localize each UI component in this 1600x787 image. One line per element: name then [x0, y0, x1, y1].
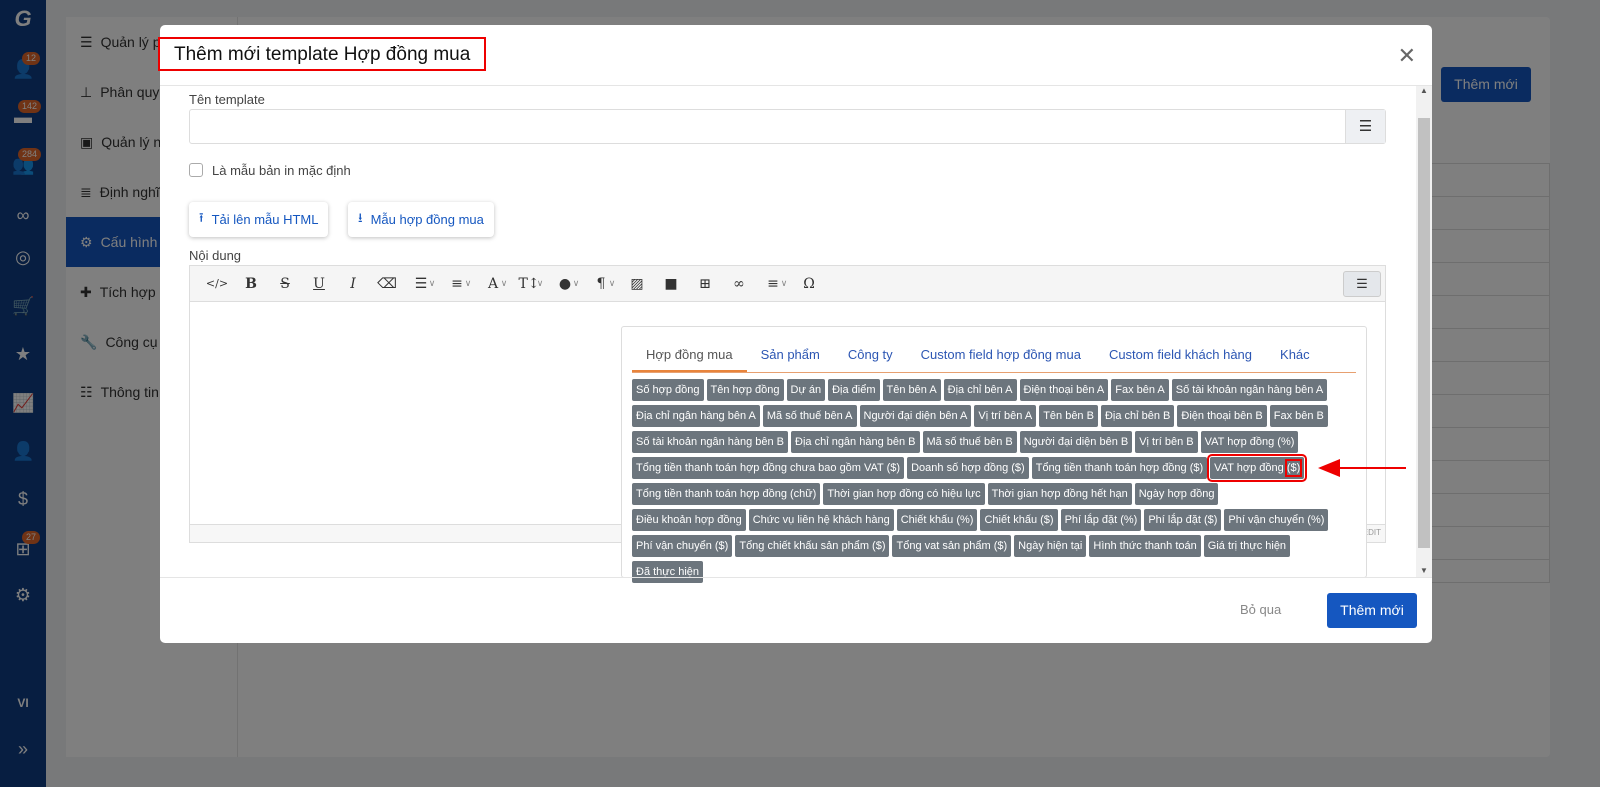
default-checkbox[interactable] — [189, 163, 203, 177]
merge-fields-panel: Hợp đồng mua Sản phẩm Công ty Custom fie… — [621, 326, 1367, 583]
chevron-down-icon[interactable]: ∨ — [496, 278, 512, 289]
template-name-label: Tên template — [189, 92, 265, 107]
merge-field-tag[interactable]: Người đại diện bên A — [859, 405, 972, 427]
divider — [160, 577, 1432, 578]
template-name-input[interactable]: ☰ — [189, 109, 1386, 144]
merge-field-tag[interactable]: Tổng tiền thanh toán hợp đồng ($) — [1031, 457, 1208, 479]
chevron-down-icon[interactable]: ∨ — [604, 278, 620, 289]
tab-contract-custom-field[interactable]: Custom field hợp đồng mua — [907, 339, 1095, 372]
table-icon[interactable]: ⊞ — [688, 276, 722, 292]
cancel-button[interactable]: Bỏ qua — [1240, 602, 1281, 617]
merge-field-tag[interactable]: Ngày hợp đồng — [1134, 483, 1219, 505]
modal-title: Thêm mới template Hợp đồng mua — [158, 37, 487, 71]
merge-field-tag[interactable]: Tổng tiền thanh toán hợp đồng chưa bao g… — [632, 457, 905, 479]
merge-field-tag[interactable]: Hình thức thanh toán — [1089, 535, 1201, 557]
underline-icon[interactable]: U — [302, 276, 336, 292]
tab-company[interactable]: Công ty — [834, 339, 907, 372]
merge-field-tag[interactable]: VAT hợp đồng (%) — [1200, 431, 1299, 453]
merge-field-list: Số hợp đồng Tên hợp đồng Dự án Địa điểm Tên … — [632, 373, 1332, 583]
chevron-down-icon[interactable]: ∨ — [424, 278, 440, 289]
scrollbar-thumb[interactable] — [1418, 118, 1430, 548]
merge-field-tag[interactable]: Fax bên B — [1269, 405, 1328, 427]
content-label: Nội dung — [189, 248, 242, 263]
upload-icon: ⭱ — [199, 209, 204, 225]
merge-field-tag[interactable]: Phí vận chuyển ($) — [632, 535, 733, 557]
merge-field-tag[interactable]: Thời gian hợp đồng hết hạn — [987, 483, 1132, 505]
merge-field-tag[interactable]: Dự án — [786, 379, 826, 401]
merge-field-tag[interactable]: Số hợp đồng — [632, 379, 704, 401]
merge-field-tag[interactable]: Mã số thuế bên B — [922, 431, 1017, 453]
merge-field-tag[interactable]: Phí vận chuyển (%) — [1224, 509, 1329, 531]
merge-field-tag[interactable]: Vị trí bên B — [1135, 431, 1198, 453]
merge-field-tag[interactable]: Số tài khoản ngân hàng bên B — [632, 431, 789, 453]
merge-field-tag[interactable]: VAT hợp đồng ($) — [1207, 454, 1308, 482]
sample-contract-button[interactable]: ⭳ Mẫu hợp đồng mua — [348, 202, 494, 237]
merge-field-tag[interactable]: Tên bên A — [882, 379, 941, 401]
merge-field-tag[interactable]: Địa chỉ bên B — [1100, 405, 1175, 427]
merge-field-tag[interactable]: Điện thoại bên A — [1019, 379, 1109, 401]
default-checkbox-label: Là mẫu bản in mặc định — [212, 163, 351, 178]
merge-fields-toggle-icon[interactable]: ☰ — [1343, 271, 1381, 297]
tab-product[interactable]: Sản phẩm — [747, 339, 834, 372]
merge-field-tag[interactable]: Chức vụ liên hệ khách hàng — [748, 509, 894, 531]
merge-field-tag[interactable]: Giá trị thực hiện — [1203, 535, 1291, 557]
merge-field-tag[interactable]: Vị trí bên A — [974, 405, 1037, 427]
image-icon[interactable]: ▨ — [620, 276, 654, 292]
strikethrough-icon[interactable]: S — [268, 276, 302, 292]
scroll-down-icon[interactable]: ▼ — [1416, 566, 1432, 575]
add-template-modal: Thêm mới template Hợp đồng mua ✕ Tên tem… — [158, 25, 1432, 643]
tab-purchase-contract[interactable]: Hợp đồng mua — [632, 339, 747, 372]
merge-field-tag[interactable]: Ngày hiện tại — [1014, 535, 1087, 557]
merge-field-tag[interactable]: Địa điểm — [828, 379, 880, 401]
chevron-down-icon[interactable]: ∨ — [532, 278, 548, 289]
merge-field-tag[interactable]: Chiết khấu ($) — [980, 509, 1058, 531]
list-icon[interactable]: ☰ — [1345, 110, 1385, 143]
merge-field-tag[interactable]: Tổng tiền thanh toán hợp đồng (chữ) — [632, 483, 821, 505]
special-char-icon[interactable]: Ω — [792, 276, 826, 292]
submit-button[interactable]: Thêm mới — [1327, 593, 1417, 628]
merge-field-tag[interactable]: Tên bên B — [1039, 405, 1098, 427]
code-view-icon[interactable]: </> — [200, 277, 234, 290]
merge-field-tag[interactable]: Số tài khoản ngân hàng bên A — [1171, 379, 1328, 401]
bold-icon[interactable]: B — [234, 276, 268, 292]
merge-field-tag[interactable]: Mã số thuế bên A — [762, 405, 857, 427]
scroll-up-icon[interactable]: ▲ — [1416, 86, 1432, 95]
merge-fields-tabs: Hợp đồng mua Sản phẩm Công ty Custom fie… — [632, 339, 1356, 373]
annotation-arrow-icon — [1318, 459, 1406, 477]
merge-field-tag[interactable]: Tổng vat sản phẩm ($) — [892, 535, 1012, 557]
merge-field-tag[interactable]: Địa chỉ ngân hàng bên A — [632, 405, 760, 427]
merge-field-tag[interactable]: Tên hợp đồng — [706, 379, 784, 401]
tab-customer-custom-field[interactable]: Custom field khách hàng — [1095, 339, 1266, 372]
merge-field-tag[interactable]: Điện thoại bên B — [1177, 405, 1267, 427]
merge-field-tag[interactable]: Chiết khấu (%) — [896, 509, 978, 531]
merge-field-tag[interactable]: Địa chỉ ngân hàng bên B — [791, 431, 920, 453]
italic-icon[interactable]: I — [336, 276, 370, 292]
merge-field-tag[interactable]: Fax bên A — [1111, 379, 1169, 401]
upload-html-button[interactable]: ⭱ Tải lên mẫu HTML — [189, 202, 329, 237]
close-icon[interactable]: ✕ — [1398, 43, 1416, 69]
editor-toolbar: </> B S U I ⌫ ☰ ∨ ≡ ∨ A ∨ T↕ ∨ ● ∨ ¶ ∨ ▨ ■ ⊞ ∞… — [190, 266, 1385, 302]
scrollbar[interactable]: ▲ ▼ — [1416, 86, 1432, 577]
divider — [160, 85, 1432, 86]
eraser-icon[interactable]: ⌫ — [370, 276, 404, 292]
merge-field-tag[interactable]: Địa chỉ bên A — [943, 379, 1017, 401]
merge-field-tag[interactable]: Doanh số hợp đồng ($) — [907, 457, 1029, 479]
merge-field-tag[interactable]: Đã thực hiện — [632, 561, 704, 583]
link-icon[interactable]: ∞ — [722, 276, 756, 292]
merge-field-tag[interactable]: Tổng chiết khấu sản phẩm ($) — [735, 535, 890, 557]
download-icon: ⭳ — [358, 209, 363, 225]
chevron-down-icon[interactable]: ∨ — [568, 278, 584, 289]
tab-other[interactable]: Khác — [1266, 339, 1324, 372]
merge-field-tag[interactable]: Thời gian hợp đồng có hiệu lực — [823, 483, 985, 505]
chevron-down-icon[interactable]: ∨ — [776, 278, 792, 289]
chevron-down-icon[interactable]: ∨ — [460, 278, 476, 289]
merge-field-tag[interactable]: Phí lắp đặt (%) — [1060, 509, 1142, 531]
merge-field-tag[interactable]: Phí lắp đặt ($) — [1144, 509, 1222, 531]
video-icon[interactable]: ■ — [654, 276, 688, 292]
merge-field-tag[interactable]: Điều khoản hợp đồng — [632, 509, 746, 531]
merge-field-tag[interactable]: Người đại diện bên B — [1019, 431, 1133, 453]
